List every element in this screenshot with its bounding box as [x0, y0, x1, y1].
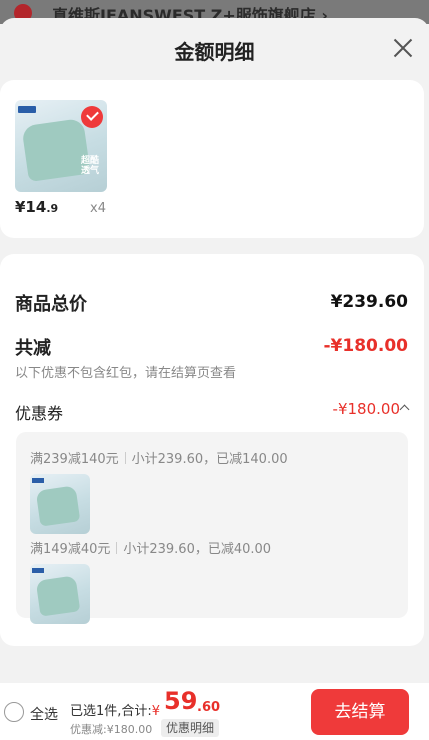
divider	[116, 542, 118, 554]
price-main: ¥14	[15, 198, 47, 216]
discount-note: 优惠减:¥180.00	[70, 723, 153, 736]
amount-detail-sheet: 金额明细 超酷 透气 ¥14.9 x4 商品总价 ¥239.60 共减 -¥180…	[0, 18, 429, 683]
coupon-summary-text: 小计239.60，已减40.00	[123, 542, 272, 557]
sheet-title: 金额明细	[174, 40, 255, 64]
select-all-label[interactable]: 全选	[30, 704, 58, 724]
total-amount-decimal: .60	[197, 700, 221, 715]
total-value: ¥239.60	[330, 292, 408, 312]
reduce-value: -¥180.00	[323, 336, 409, 356]
coupon-summary-text: 小计239.60，已减140.00	[131, 452, 288, 467]
selected-check-icon[interactable]	[81, 106, 103, 128]
coupon-rule-2: 满149减40元 小计239.60，已减40.00	[30, 538, 271, 557]
total-amount-int: 59	[164, 687, 198, 715]
coupon-breakdown: 满239减140元 小计239.60，已减140.00 满149减40元 小计239…	[16, 432, 408, 624]
thumbnail-tag: 超酷 透气	[80, 156, 99, 176]
total-label: 商品总价	[15, 294, 87, 315]
sheet-header: 金额明细	[0, 18, 429, 80]
checkout-bar: 全选 已选1件,合计:¥ 59 .60 优惠减:¥180.00 优惠明细 去结算	[0, 683, 429, 740]
currency-symbol: ¥	[151, 704, 161, 719]
reduce-label: 共减	[15, 338, 51, 359]
chevron-up-icon[interactable]	[399, 404, 410, 415]
coupon-rule-text: 满239减140元	[30, 452, 119, 467]
price-decimal: .9	[46, 202, 59, 215]
close-icon[interactable]	[391, 36, 415, 60]
discount-detail-button[interactable]: 优惠明细	[161, 719, 220, 737]
divider	[124, 452, 126, 464]
coupon-rule-1: 满239减140元 小计239.60，已减140.00	[30, 448, 288, 467]
price-detail-card: 商品总价 ¥239.60 共减 -¥180.00 以下优惠不包含红包，请在结算页…	[0, 254, 424, 646]
coupon-label: 优惠券	[15, 404, 64, 423]
checkout-button[interactable]: 去结算	[311, 689, 409, 735]
tshirt-image	[35, 485, 81, 527]
coupon-product-thumbnail	[30, 474, 90, 534]
coupon-product-thumbnail	[30, 564, 90, 624]
brand-logo-icon	[18, 106, 36, 113]
coupon-value[interactable]: -¥180.00	[333, 400, 400, 418]
brand-logo-icon	[32, 568, 44, 573]
selected-text: 已选1件,合计:	[70, 704, 152, 719]
product-thumbnail[interactable]: 超酷 透气	[15, 100, 107, 192]
coupon-rule-text: 满149减40元	[30, 542, 111, 557]
tshirt-image	[35, 575, 81, 617]
reduce-note: 以下优惠不包含红包，请在结算页查看	[15, 366, 237, 381]
product-quantity: x4	[90, 201, 106, 216]
product-card: 超酷 透气 ¥14.9 x4	[0, 80, 424, 238]
product-price: ¥14.9	[15, 198, 58, 216]
select-all-radio[interactable]	[4, 702, 24, 722]
brand-logo-icon	[32, 478, 44, 483]
selected-summary: 已选1件,合计:¥	[70, 700, 160, 719]
